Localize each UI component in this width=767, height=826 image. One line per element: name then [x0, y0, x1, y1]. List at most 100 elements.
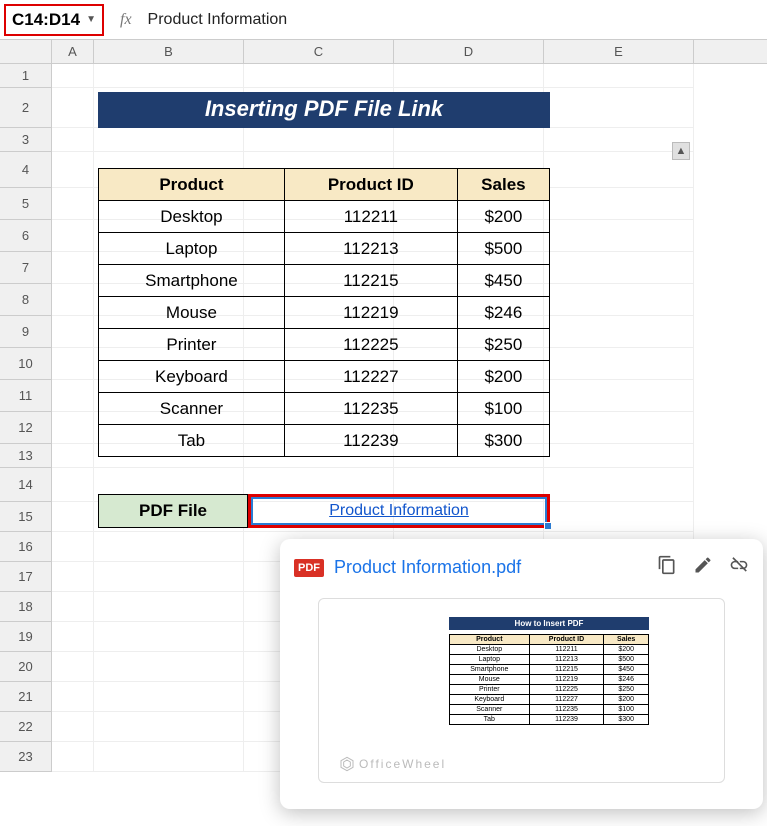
cell[interactable] [52, 652, 94, 682]
row-header-22[interactable]: 22 [0, 712, 51, 742]
table-cell[interactable]: 112227 [284, 361, 457, 393]
column-header-D[interactable]: D [394, 40, 544, 63]
row-header-18[interactable]: 18 [0, 592, 51, 622]
table-cell[interactable]: $250 [457, 329, 549, 361]
table-cell[interactable]: Printer [99, 329, 285, 361]
row-header-3[interactable]: 3 [0, 128, 51, 152]
table-cell[interactable]: 112219 [284, 297, 457, 329]
column-header-E[interactable]: E [544, 40, 694, 63]
table-cell[interactable]: 112215 [284, 265, 457, 297]
cell[interactable] [52, 64, 94, 88]
row-header-19[interactable]: 19 [0, 622, 51, 652]
row-header-6[interactable]: 6 [0, 220, 51, 252]
table-cell[interactable]: $100 [457, 393, 549, 425]
cell[interactable] [94, 562, 244, 592]
cell[interactable] [52, 128, 94, 152]
edit-link-icon[interactable] [693, 555, 713, 580]
cell[interactable] [544, 64, 694, 88]
cell[interactable] [244, 128, 394, 152]
table-row[interactable]: Printer112225$250 [99, 329, 550, 361]
cell[interactable] [52, 252, 94, 284]
cell[interactable] [52, 88, 94, 128]
table-cell[interactable]: Smartphone [99, 265, 285, 297]
table-cell[interactable]: 112225 [284, 329, 457, 361]
cell[interactable] [394, 64, 544, 88]
row-header-2[interactable]: 2 [0, 88, 51, 128]
cell[interactable] [52, 468, 94, 502]
cell[interactable] [544, 316, 694, 348]
cell[interactable] [52, 742, 94, 772]
cell[interactable] [544, 348, 694, 380]
cell[interactable] [52, 152, 94, 188]
cell[interactable] [52, 380, 94, 412]
table-row[interactable]: Desktop112211$200 [99, 201, 550, 233]
row-header-23[interactable]: 23 [0, 742, 51, 772]
cell[interactable] [52, 348, 94, 380]
pdf-link-cell[interactable]: Product Information [248, 494, 550, 528]
cell[interactable] [52, 188, 94, 220]
selection-handle[interactable] [544, 522, 552, 530]
cell[interactable] [544, 252, 694, 284]
name-box[interactable]: C14:D14 ▼ [4, 4, 104, 36]
cell[interactable] [52, 562, 94, 592]
cell[interactable] [52, 532, 94, 562]
row-header-7[interactable]: 7 [0, 252, 51, 284]
row-header-20[interactable]: 20 [0, 652, 51, 682]
table-cell[interactable]: $246 [457, 297, 549, 329]
row-header-15[interactable]: 15 [0, 502, 51, 532]
cell[interactable] [94, 592, 244, 622]
table-cell[interactable]: 112235 [284, 393, 457, 425]
cell[interactable] [94, 652, 244, 682]
pdf-link[interactable]: Product Information [329, 502, 469, 520]
cell[interactable] [544, 220, 694, 252]
cell[interactable] [544, 88, 694, 128]
table-row[interactable]: Tab112239$300 [99, 425, 550, 457]
cell[interactable] [52, 316, 94, 348]
row-header-9[interactable]: 9 [0, 316, 51, 348]
row-header-12[interactable]: 12 [0, 412, 51, 444]
row-header-21[interactable]: 21 [0, 682, 51, 712]
cell[interactable] [94, 64, 244, 88]
cell[interactable] [52, 444, 94, 468]
table-cell[interactable]: $500 [457, 233, 549, 265]
cell[interactable] [52, 712, 94, 742]
cell[interactable] [544, 502, 694, 532]
table-cell[interactable]: $450 [457, 265, 549, 297]
name-box-dropdown-icon[interactable]: ▼ [86, 14, 96, 25]
cell[interactable] [544, 444, 694, 468]
cell[interactable] [94, 712, 244, 742]
cell[interactable] [544, 412, 694, 444]
cell[interactable] [394, 128, 544, 152]
cell[interactable] [52, 622, 94, 652]
table-cell[interactable]: $200 [457, 361, 549, 393]
cell[interactable] [52, 412, 94, 444]
table-cell[interactable]: Tab [99, 425, 285, 457]
cell[interactable] [544, 468, 694, 502]
table-row[interactable]: Laptop112213$500 [99, 233, 550, 265]
cell[interactable] [94, 622, 244, 652]
table-cell[interactable]: 112211 [284, 201, 457, 233]
cell[interactable] [544, 380, 694, 412]
row-header-5[interactable]: 5 [0, 188, 51, 220]
cell[interactable] [244, 64, 394, 88]
table-cell[interactable]: 112213 [284, 233, 457, 265]
table-cell[interactable]: Mouse [99, 297, 285, 329]
cell[interactable] [52, 682, 94, 712]
table-row[interactable]: Scanner112235$100 [99, 393, 550, 425]
grid[interactable]: Inserting PDF File Link ProductProduct I… [52, 64, 694, 772]
table-cell[interactable]: Keyboard [99, 361, 285, 393]
column-header-A[interactable]: A [52, 40, 94, 63]
select-all-corner[interactable] [0, 40, 52, 64]
preview-thumbnail[interactable]: How to Insert PDF ProductProduct IDSales… [318, 598, 725, 783]
remove-link-icon[interactable] [729, 555, 749, 580]
cell[interactable] [52, 502, 94, 532]
table-cell[interactable]: Scanner [99, 393, 285, 425]
table-row[interactable]: Keyboard112227$200 [99, 361, 550, 393]
formula-input[interactable] [146, 10, 767, 30]
table-header[interactable]: Sales [457, 169, 549, 201]
table-cell[interactable]: Desktop [99, 201, 285, 233]
row-header-8[interactable]: 8 [0, 284, 51, 316]
table-cell[interactable]: 112239 [284, 425, 457, 457]
cell[interactable] [544, 188, 694, 220]
copy-link-icon[interactable] [657, 555, 677, 580]
